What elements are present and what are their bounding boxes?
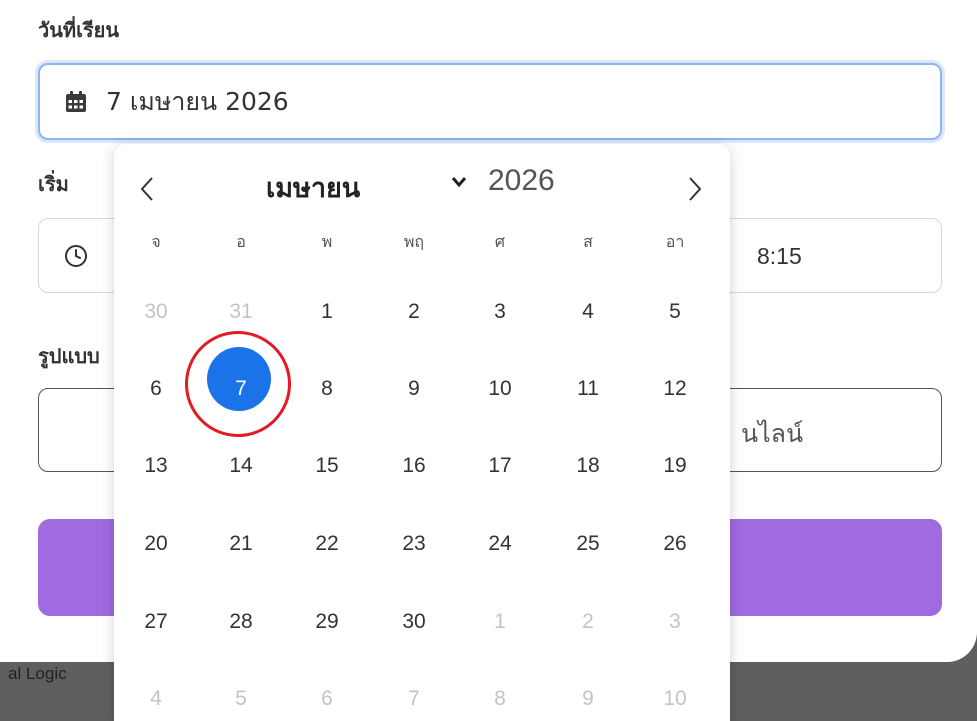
calendar-day[interactable]: 4 [126, 669, 186, 721]
calendar-day[interactable]: 10 [470, 359, 530, 419]
calendar-day[interactable]: 9 [558, 669, 618, 721]
calendar-day[interactable]: 28 [211, 592, 271, 652]
calendar-popup: เมษายน 2026 จอพพฤศสอา 30 31 1 2 3 4 5 6 7 8 9 10 11 1… [114, 144, 730, 721]
format-value: นไลน์ [741, 419, 804, 448]
weekday-label: พฤ [403, 232, 425, 251]
calendar-day[interactable]: 3 [470, 282, 530, 342]
calendar-day[interactable]: 6 [126, 359, 186, 419]
calendar-day[interactable]: 9 [384, 359, 444, 419]
chevron-left-icon[interactable] [136, 174, 158, 204]
calendar-day[interactable]: 15 [297, 436, 357, 496]
calendar-day[interactable]: 8 [470, 669, 530, 721]
calendar-day[interactable]: 10 [645, 669, 705, 721]
footer-text: al Logic [8, 664, 67, 683]
calendar-day[interactable]: 18 [558, 436, 618, 496]
calendar-icon [66, 90, 86, 112]
calendar-day[interactable]: 24 [470, 514, 530, 574]
year-field[interactable]: 2026 [488, 164, 555, 198]
weekday-label: อา [665, 232, 685, 251]
calendar-day[interactable]: 1 [470, 592, 530, 652]
calendar-day[interactable]: 25 [558, 514, 618, 574]
calendar-day[interactable]: 2 [384, 282, 444, 342]
calendar-day[interactable]: 8 [297, 359, 357, 419]
calendar-day[interactable]: 6 [297, 669, 357, 721]
calendar-day[interactable]: 2 [558, 592, 618, 652]
weekday-label: ส [583, 232, 593, 251]
date-value: 7 เมษายน 2026 [106, 86, 289, 116]
calendar-day[interactable]: 7 [384, 669, 444, 721]
start-time-label: เริ่ม [38, 172, 69, 196]
calendar-day[interactable]: 4 [558, 282, 618, 342]
calendar-day[interactable]: 30 [126, 282, 186, 342]
date-input[interactable]: 7 เมษายน 2026 [38, 63, 942, 140]
screen: วันที่เรียน 7 เมษายน 2026 เริ่ม 8:15 รูป… [0, 0, 977, 721]
calendar-day[interactable]: 14 [211, 436, 271, 496]
chevron-right-icon[interactable] [684, 174, 706, 204]
calendar-day[interactable]: 29 [297, 592, 357, 652]
calendar-day[interactable]: 26 [645, 514, 705, 574]
calendar-day[interactable]: 22 [297, 514, 357, 574]
calendar-day[interactable]: 27 [126, 592, 186, 652]
calendar-day[interactable]: 20 [126, 514, 186, 574]
calendar-day[interactable]: 1 [297, 282, 357, 342]
calendar-day[interactable]: 19 [645, 436, 705, 496]
weekday-label: พ [321, 232, 333, 251]
calendar-day[interactable]: 23 [384, 514, 444, 574]
date-label: วันที่เรียน [38, 18, 120, 42]
calendar-day[interactable]: 3 [645, 592, 705, 652]
calendar-day[interactable]: 17 [470, 436, 530, 496]
calendar-day[interactable]: 21 [211, 514, 271, 574]
calendar-day[interactable]: 12 [645, 359, 705, 419]
weekday-label: จ [151, 232, 161, 251]
format-label: รูปแบบ [38, 344, 100, 368]
annotation-circle [185, 331, 291, 437]
calendar-day[interactable]: 5 [645, 282, 705, 342]
calendar-day[interactable]: 13 [126, 436, 186, 496]
chevron-down-icon[interactable] [451, 175, 467, 189]
weekday-label: ศ [494, 232, 506, 251]
start-time-value: 8:15 [757, 243, 802, 269]
calendar-day[interactable]: 16 [384, 436, 444, 496]
clock-icon [65, 245, 87, 267]
calendar-day[interactable]: 11 [558, 359, 618, 419]
calendar-day[interactable]: 30 [384, 592, 444, 652]
month-select[interactable]: เมษายน [266, 166, 360, 209]
calendar-day[interactable]: 5 [211, 669, 271, 721]
weekday-label: อ [236, 232, 246, 251]
